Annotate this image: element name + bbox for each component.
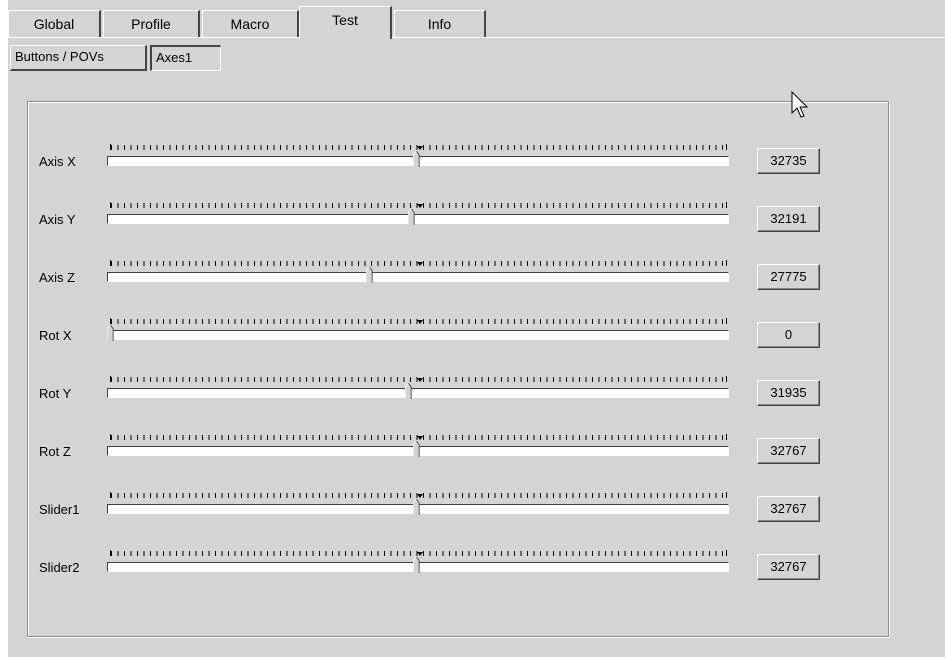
axis-label: Axis Y (39, 212, 76, 227)
tick-end (726, 434, 727, 440)
tick-end (110, 434, 111, 440)
center-tick-marker (417, 320, 423, 324)
tick-end (726, 260, 727, 266)
axis-row: Slider1 32767 (28, 482, 890, 522)
tab-macro[interactable]: Macro (202, 10, 299, 37)
axis-row: Rot Z 32767 (28, 424, 890, 464)
axis-value-box: 0 (757, 322, 820, 348)
tick-end (726, 550, 727, 556)
axis-value-box: 32735 (757, 148, 820, 174)
axis-label: Slider1 (39, 502, 80, 517)
mouse-cursor-icon (791, 91, 809, 118)
axis-label: Rot Y (39, 386, 72, 401)
axis-slider-thumb[interactable] (412, 440, 420, 458)
axis-value-box: 32767 (757, 438, 820, 464)
tick-end (726, 318, 727, 324)
axis-label: Axis Z (39, 270, 76, 285)
tab-profile[interactable]: Profile (103, 10, 200, 37)
axis-slider-thumb[interactable] (412, 150, 420, 168)
axis-value-box: 31935 (757, 380, 820, 406)
tick-end (726, 492, 727, 498)
tick-end (726, 144, 727, 150)
axis-slider-thumb[interactable] (405, 382, 412, 400)
tick-end (726, 202, 727, 208)
center-tick-marker (417, 204, 423, 208)
axis-row: Axis Z 27775 (28, 250, 890, 290)
subtab-axes1[interactable]: Axes1 (150, 45, 221, 71)
axis-label: Rot Z (39, 444, 71, 459)
axis-label: Axis X (39, 154, 76, 169)
tick-end (110, 260, 111, 266)
axis-label: Slider2 (39, 560, 80, 575)
axis-slider-thumb[interactable] (412, 498, 420, 516)
axis-row: Axis X 32735 (28, 134, 890, 174)
axis-slider-thumb[interactable] (407, 208, 415, 226)
axis-value-box: 27775 (757, 264, 820, 290)
main-tab-bar: Global Profile Macro Test Info (8, 6, 945, 39)
axis-label: Rot X (39, 328, 72, 343)
axis-slider-track[interactable] (107, 330, 729, 340)
tab-test[interactable]: Test (299, 6, 392, 39)
axis-value-box: 32767 (757, 496, 820, 522)
center-tick-marker (417, 378, 423, 382)
axis-row: Rot Y 31935 (28, 366, 890, 406)
axis-slider-track[interactable] (107, 272, 729, 282)
center-tick-marker (417, 262, 423, 266)
axis-value-box: 32191 (757, 206, 820, 232)
tab-info[interactable]: Info (394, 10, 486, 37)
axis-row: Slider2 32767 (28, 540, 890, 580)
tick-end (110, 492, 111, 498)
axis-row: Rot X 0 (28, 308, 890, 348)
axis-slider-thumb[interactable] (366, 266, 373, 284)
tick-end (726, 376, 727, 382)
axis-slider-track[interactable] (107, 388, 729, 398)
tick-end (110, 376, 111, 382)
subtab-buttons-povs[interactable]: Buttons / POVs (10, 45, 147, 71)
tick-end (110, 144, 111, 150)
axis-slider-track[interactable] (107, 214, 729, 224)
tab-global[interactable]: Global (8, 10, 101, 37)
tick-end (110, 550, 111, 556)
tick-end (110, 202, 111, 208)
axis-value-box: 32767 (757, 554, 820, 580)
axis-slider-thumb[interactable] (412, 556, 420, 574)
axis-row: Axis Y 32191 (28, 192, 890, 232)
axis-slider-thumb[interactable] (107, 324, 114, 342)
axes-group: Axis X 32735 Axis Y 32191 Axis Z 27775 Rot X0R… (27, 101, 889, 637)
app-window: Global Profile Macro Test Info Buttons /… (8, 0, 945, 657)
